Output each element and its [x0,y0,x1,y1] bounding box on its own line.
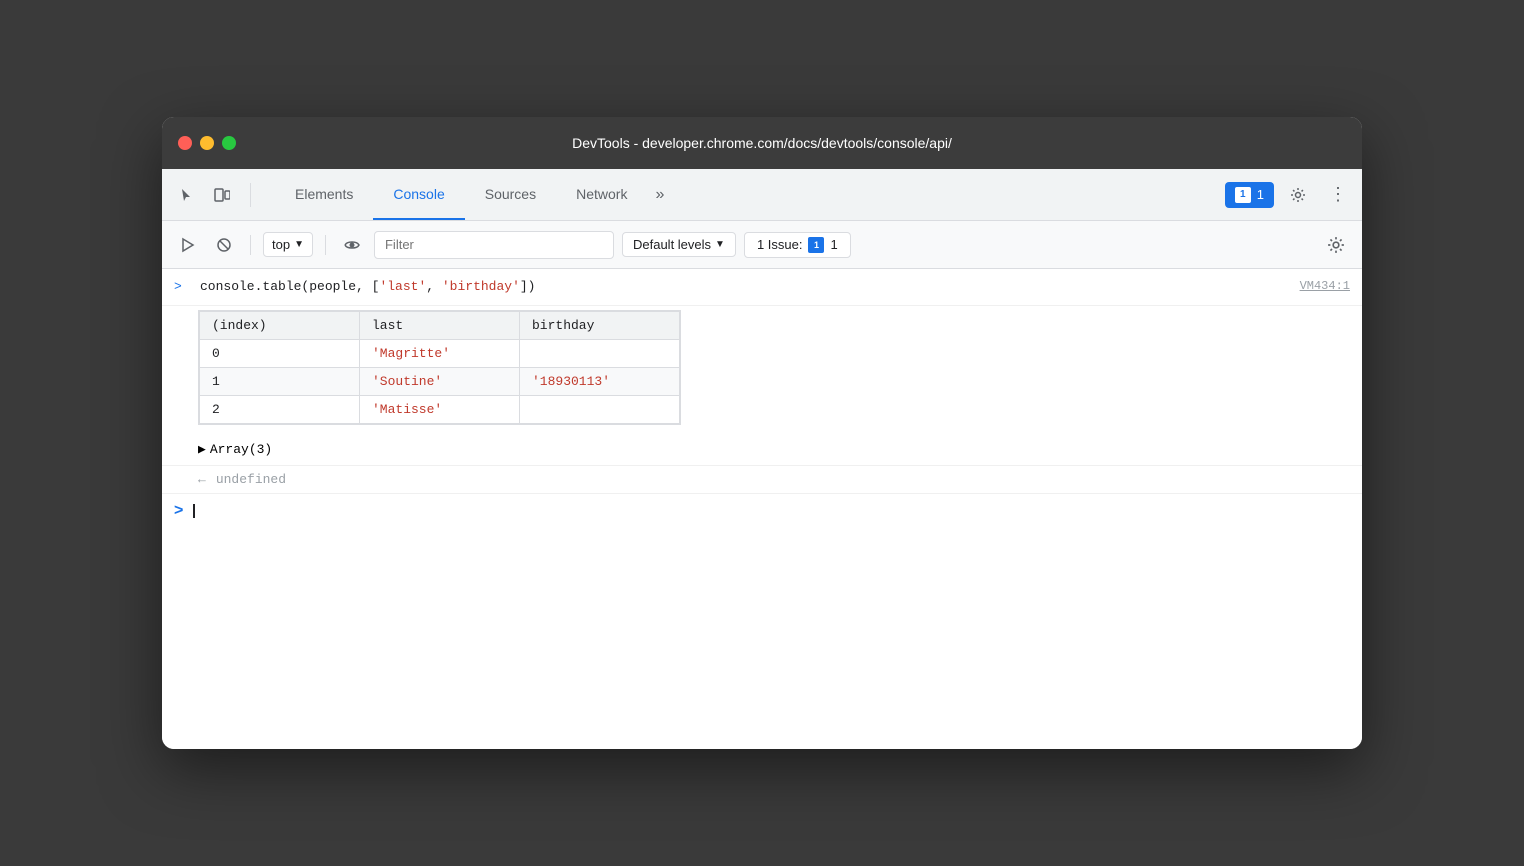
table-cell-last-1: 'Soutine' [360,367,520,395]
table-header-birthday: birthday [520,311,680,339]
console-table-wrapper: (index) last birthday 0 'Magritte' 1 'So… [198,310,681,425]
command-arrow: > [174,277,190,297]
console-command-entry: > console.table(people, ['last', 'birthd… [162,269,1362,306]
table-cell-birthday-1: '18930113' [520,367,680,395]
vm-link[interactable]: VM434:1 [1300,277,1350,295]
traffic-lights [178,136,236,150]
table-cell-index-1: 1 [200,367,360,395]
table-cell-last-2: 'Matisse' [360,395,520,423]
console-toolbar: top ▼ Default levels ▼ 1 Issue: 1 1 [162,221,1362,269]
return-value: undefined [216,472,286,487]
close-button[interactable] [178,136,192,150]
table-cell-birthday-0 [520,339,680,367]
console-input-row[interactable]: > [162,493,1362,528]
code-last-string: 'last' [379,279,426,294]
return-entry: ← undefined [162,465,1362,493]
inline-issue-icon: 1 [808,237,824,253]
cursor-icon [178,187,194,203]
code-comma: , [426,279,442,294]
levels-chevron-icon: ▼ [715,239,725,250]
return-arrow: ← [198,472,206,487]
input-prompt-icon: > [174,502,183,520]
window-title: DevTools - developer.chrome.com/docs/dev… [572,135,952,151]
eye-button[interactable] [338,231,366,259]
tab-console[interactable]: Console [373,169,464,220]
tab-bar: Elements Console Sources Network » 1 1 [162,169,1362,221]
code-prefix: console.table(people, [ [200,279,379,294]
issue-icon: 1 [1235,187,1251,203]
block-icon [216,237,232,253]
customize-button[interactable]: ⋮ [1322,179,1354,211]
table-row: 0 'Magritte' [200,339,680,367]
table-cell-index-2: 2 [200,395,360,423]
tab-bar-divider [250,183,251,207]
table-row: 1 'Soutine' '18930113' [200,367,680,395]
issue-counter-button[interactable]: 1 1 [1225,182,1274,208]
console-output: > console.table(people, ['last', 'birthd… [162,269,1362,749]
cursor [193,504,195,518]
log-levels-selector[interactable]: Default levels ▼ [622,232,736,257]
clear-console-button[interactable] [174,231,202,259]
gear-icon [1290,187,1306,203]
devtools-window: DevTools - developer.chrome.com/docs/dev… [162,117,1362,749]
chevron-down-icon: ▼ [294,239,304,250]
table-cell-birthday-2 [520,395,680,423]
context-selector[interactable]: top ▼ [263,232,313,257]
tab-network[interactable]: Network [556,169,647,220]
table-row: 2 'Matisse' [200,395,680,423]
device-toolbar-button[interactable] [206,179,238,211]
filter-input[interactable] [374,231,614,259]
toolbar-divider-2 [325,235,326,255]
console-settings-button[interactable] [1322,231,1350,259]
array-row[interactable]: ▶ Array(3) [198,438,1350,461]
settings-button-top[interactable] [1282,179,1314,211]
inspect-element-button[interactable] [170,179,202,211]
table-header-last: last [360,311,520,339]
device-icon [214,187,230,203]
more-tabs-button[interactable]: » [647,169,672,220]
three-dots-icon: ⋮ [1329,184,1347,205]
tab-elements[interactable]: Elements [275,169,373,220]
code-suffix: ]) [520,279,536,294]
table-cell-last-0: 'Magritte' [360,339,520,367]
console-table: (index) last birthday 0 'Magritte' 1 'So… [199,311,680,424]
main-tabs: Elements Console Sources Network » [275,169,672,220]
tab-bar-left-icons [170,179,259,211]
expand-icon[interactable]: ▶ [198,442,206,457]
table-header-index: (index) [200,311,360,339]
block-button[interactable] [210,231,238,259]
command-content: console.table(people, ['last', 'birthday… [200,277,1350,297]
execute-icon [180,237,196,253]
tab-bar-right: 1 1 ⋮ [1225,179,1354,211]
console-gear-icon [1327,236,1345,254]
array-label: Array(3) [210,442,272,457]
code-birthday-string: 'birthday' [442,279,520,294]
toolbar-divider-1 [250,235,251,255]
eye-icon [344,237,360,253]
minimize-button[interactable] [200,136,214,150]
issues-button[interactable]: 1 Issue: 1 1 [744,232,851,258]
maximize-button[interactable] [222,136,236,150]
table-cell-index-0: 0 [200,339,360,367]
title-bar: DevTools - developer.chrome.com/docs/dev… [162,117,1362,169]
tab-sources[interactable]: Sources [465,169,556,220]
